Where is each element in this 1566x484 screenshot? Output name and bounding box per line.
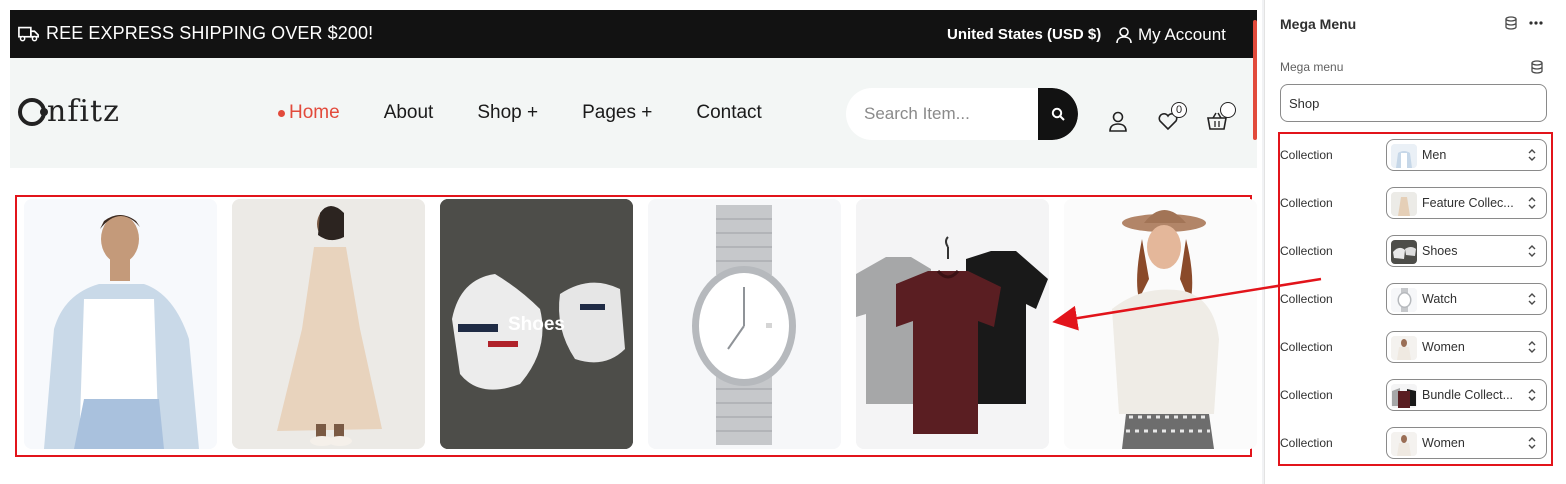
nav-item-home[interactable]: Home [278, 102, 340, 124]
collection-select[interactable]: Shoes [1386, 235, 1547, 267]
tshirts-image [856, 199, 1049, 449]
collection-card-men[interactable] [24, 199, 217, 449]
collection-select-value: Feature Collec... [1422, 196, 1514, 210]
collection-select[interactable]: Bundle Collect... [1386, 379, 1547, 411]
collection-row-label: Collection [1280, 244, 1333, 258]
collection-select[interactable]: Women [1386, 331, 1547, 363]
collection-thumbnail [1391, 240, 1417, 264]
panel-title: Mega Menu [1280, 16, 1357, 32]
collection-row-label: Collection [1280, 388, 1333, 402]
nav-item-label: Pages + [582, 102, 653, 123]
collection-card-feature-collection[interactable] [232, 199, 425, 449]
collection-card-bundle-collection[interactable] [856, 199, 1049, 449]
nav-item-label: Shop + [477, 102, 539, 123]
search-bar [846, 88, 1078, 140]
account-icon[interactable] [1107, 110, 1129, 132]
shoes-card-label: Shoes [507, 314, 566, 335]
search-icon [1051, 107, 1065, 121]
nav-item-contact[interactable]: Contact [696, 102, 761, 124]
cart-count-badge [1220, 102, 1236, 118]
announcement-bar: REE EXPRESS SHIPPING OVER $200! United S… [10, 10, 1257, 58]
preview-scrollbar[interactable] [1253, 20, 1257, 140]
dynamic-source-icon[interactable] [1530, 60, 1544, 74]
collection-thumbnail [1391, 288, 1417, 312]
preview-frame: REE EXPRESS SHIPPING OVER $200! United S… [10, 10, 1257, 484]
more-options-icon[interactable] [1528, 16, 1544, 30]
collection-select-value: Shoes [1422, 244, 1458, 258]
site-header: nfitz Home About Shop + Pages + Contact [10, 58, 1257, 168]
collection-select-value: Watch [1422, 292, 1457, 306]
storefront-preview: REE EXPRESS SHIPPING OVER $200! United S… [0, 0, 1262, 484]
collection-card-women[interactable] [1064, 199, 1257, 449]
chevron-up-down-icon [1528, 293, 1536, 305]
chevron-up-down-icon [1528, 149, 1536, 161]
currency-selector[interactable]: United States (USD $) [947, 26, 1101, 43]
collection-thumbnail [1391, 144, 1417, 168]
collection-select-value: Bundle Collect... [1422, 388, 1514, 402]
collection-row-label: Collection [1280, 196, 1333, 210]
active-indicator-dot [278, 109, 285, 117]
nav-item-label: Contact [696, 102, 762, 123]
collection-select[interactable]: Women [1386, 427, 1547, 459]
collection-row: Collection Shoes [1280, 235, 1550, 267]
collection-select[interactable]: Watch [1386, 283, 1547, 315]
mega-menu-content: Shoes [10, 168, 1257, 484]
collection-row-label: Collection [1280, 436, 1333, 450]
search-input[interactable] [864, 88, 1034, 140]
collection-row: Collection Feature Collec... [1280, 187, 1550, 219]
theme-editor-panel: Mega Menu Mega menu CollectionMenCollect… [1264, 0, 1566, 484]
chevron-up-down-icon [1528, 341, 1536, 353]
mega-menu-input[interactable] [1280, 84, 1547, 122]
collection-row: Collection Men [1280, 139, 1550, 171]
site-logo[interactable]: nfitz [18, 94, 120, 129]
search-button[interactable] [1038, 88, 1078, 140]
collection-thumbnail [1391, 384, 1417, 408]
promo-text-wrap: REE EXPRESS SHIPPING OVER $200! [18, 23, 373, 44]
men-image [24, 199, 217, 449]
nav-item-about[interactable]: About [384, 102, 434, 124]
collection-row: Collection Women [1280, 331, 1550, 363]
collection-row-label: Collection [1280, 292, 1333, 306]
collection-row: Collection Watch [1280, 283, 1550, 315]
collection-card-watch[interactable] [648, 199, 841, 449]
truck-icon [18, 26, 39, 41]
mega-menu-field-label: Mega menu [1280, 60, 1344, 74]
chevron-up-down-icon [1528, 389, 1536, 401]
user-icon [1116, 27, 1132, 44]
panel-actions [1504, 16, 1544, 30]
collection-select-value: Women [1422, 436, 1465, 450]
women-image [1064, 199, 1257, 449]
database-icon[interactable] [1504, 16, 1518, 30]
my-account-label: My Account [1138, 25, 1226, 44]
collection-select[interactable]: Feature Collec... [1386, 187, 1547, 219]
nav-item-shop[interactable]: Shop + [477, 102, 538, 124]
collection-select-value: Men [1422, 148, 1447, 162]
collection-row: Collection Women [1280, 427, 1550, 459]
watch-image [648, 199, 841, 449]
collection-card-shoes[interactable]: Shoes [440, 199, 633, 449]
logo-mark [18, 97, 48, 126]
collection-row: Collection Bundle Collect... [1280, 379, 1550, 411]
dress-image [232, 199, 425, 449]
logo-text: nfitz [47, 94, 120, 129]
nav-item-label: Home [289, 102, 340, 123]
nav-item-label: About [383, 102, 434, 123]
promo-text: REE EXPRESS SHIPPING OVER $200! [46, 23, 374, 43]
app-window: REE EXPRESS SHIPPING OVER $200! United S… [0, 0, 1566, 484]
collection-select[interactable]: Men [1386, 139, 1547, 171]
nav-item-pages[interactable]: Pages + [582, 102, 652, 124]
chevron-up-down-icon [1528, 437, 1536, 449]
collection-thumbnail [1391, 192, 1417, 216]
collection-select-value: Women [1422, 340, 1465, 354]
collection-row-label: Collection [1280, 148, 1333, 162]
main-nav: Home About Shop + Pages + Contact [278, 102, 806, 124]
wishlist-count-badge: 0 [1171, 102, 1187, 118]
chevron-up-down-icon [1528, 245, 1536, 257]
chevron-up-down-icon [1528, 197, 1536, 209]
collection-thumbnail [1391, 432, 1417, 456]
collection-thumbnail [1391, 336, 1417, 360]
collection-row-label: Collection [1280, 340, 1333, 354]
my-account-link[interactable]: My Account [1115, 25, 1226, 45]
